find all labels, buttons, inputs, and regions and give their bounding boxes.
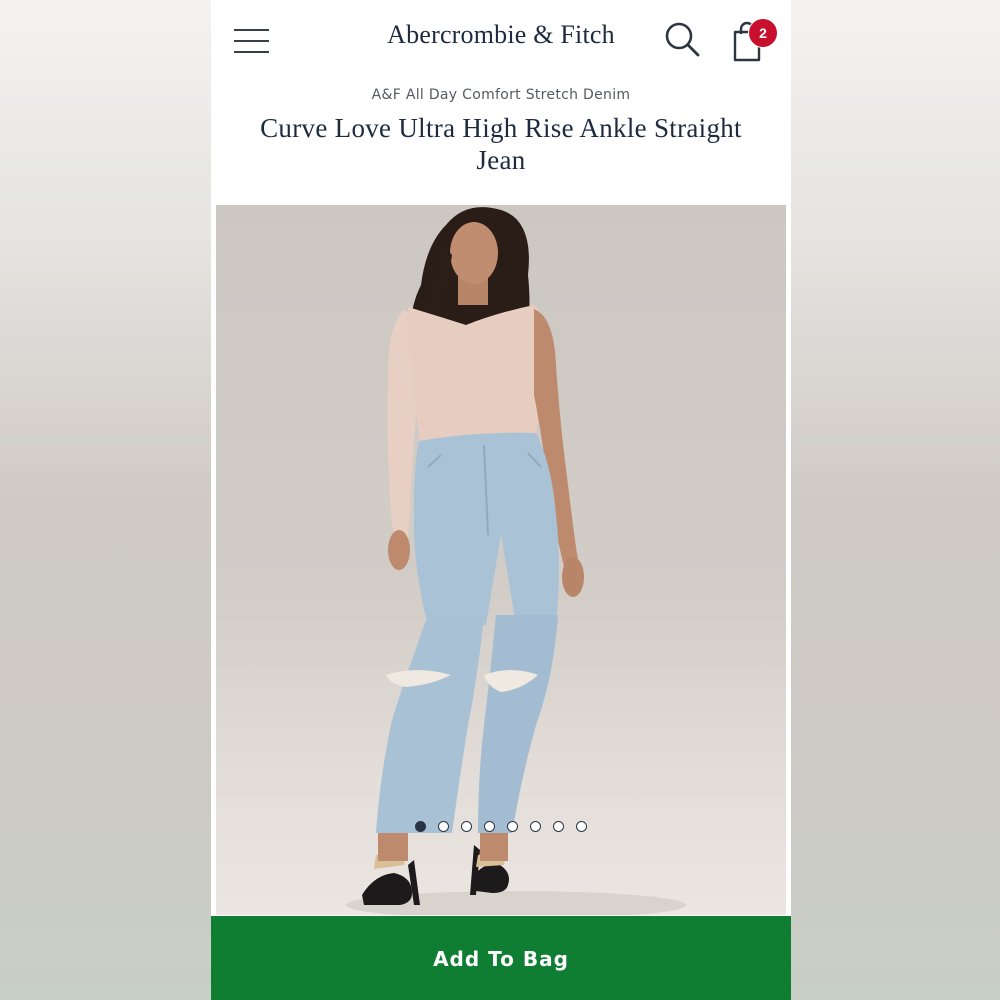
background-blur-right [791, 0, 1000, 1000]
background-blur-left [0, 0, 211, 1000]
carousel-dot[interactable] [530, 821, 541, 832]
carousel-dot[interactable] [553, 821, 564, 832]
carousel-dot[interactable] [507, 821, 518, 832]
site-header: Abercrombie & Fitch 2 [211, 0, 791, 82]
product-image[interactable] [216, 205, 786, 915]
carousel-dot[interactable] [461, 821, 472, 832]
add-to-bag-button[interactable]: Add To Bag [211, 916, 791, 1000]
product-photo-illustration [346, 207, 686, 915]
carousel-indicator [216, 821, 786, 833]
carousel-dot[interactable] [484, 821, 495, 832]
product-collection-label: A&F All Day Comfort Stretch Denim [371, 87, 631, 103]
hamburger-menu-icon[interactable] [231, 24, 273, 58]
search-icon[interactable] [663, 20, 703, 60]
bag-count-badge: 2 [748, 18, 778, 48]
brand-logo[interactable]: Abercrombie & Fitch [371, 20, 631, 50]
carousel-dot[interactable] [415, 821, 426, 832]
carousel-dot[interactable] [438, 821, 449, 832]
mobile-product-page: Abercrombie & Fitch 2 A&F All Day Comfor… [211, 0, 791, 1000]
product-title: Curve Love Ultra High Rise Ankle Straigh… [260, 113, 742, 175]
carousel-dot[interactable] [576, 821, 587, 832]
